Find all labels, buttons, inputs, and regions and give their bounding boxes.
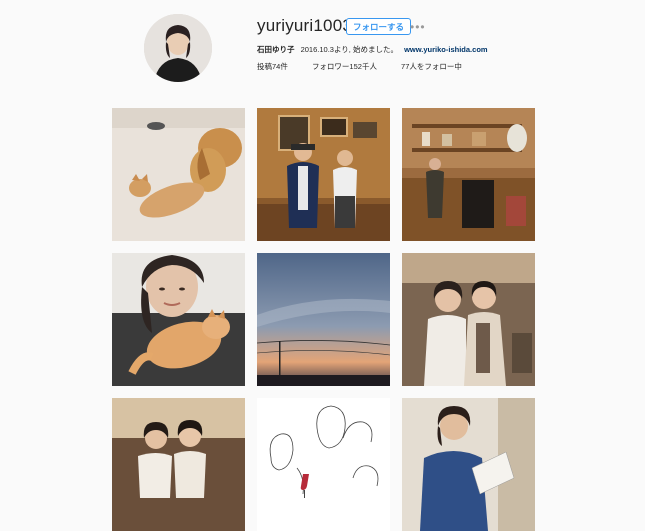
bio: 石田ゆり子 2016.10.3より, 始めました。 www.yuriko-ish… — [257, 44, 488, 55]
post-tile-two-women-indoors[interactable] — [112, 398, 245, 531]
username: yuriyuri1003 — [257, 16, 353, 35]
post-tile-woman-with-cat[interactable] — [112, 253, 245, 386]
post-tile-woman-in-cafe[interactable] — [402, 108, 535, 241]
posts-count: 投稿74件 — [257, 62, 288, 71]
post-tile-two-women-smiling[interactable] — [402, 253, 535, 386]
post-tile-line-drawing[interactable] — [257, 398, 390, 531]
following-count[interactable]: 77人をフォロー中 — [401, 62, 462, 71]
post-tile-two-people-in-room[interactable] — [257, 108, 390, 241]
avatar[interactable] — [144, 14, 212, 82]
post-tile-sunset-sky[interactable] — [257, 253, 390, 386]
more-options-icon[interactable]: ••• — [410, 20, 426, 34]
profile-stats: 投稿74件 フォロワー152千人 77人をフォロー中 — [257, 61, 484, 72]
bio-text: 2016.10.3より, 始めました。 — [300, 45, 398, 54]
followers-count[interactable]: フォロワー152千人 — [312, 62, 377, 71]
follow-button[interactable]: フォローする — [346, 18, 412, 35]
full-name: 石田ゆり子 — [257, 45, 295, 54]
post-tile-cat-and-dog[interactable] — [112, 108, 245, 241]
profile-header: yuriyuri1003 フォローする ••• 石田ゆり子 2016.10.3よ… — [0, 0, 645, 100]
post-tile-woman-reading[interactable] — [402, 398, 535, 531]
website-link[interactable]: www.yuriko-ishida.com — [404, 45, 488, 54]
